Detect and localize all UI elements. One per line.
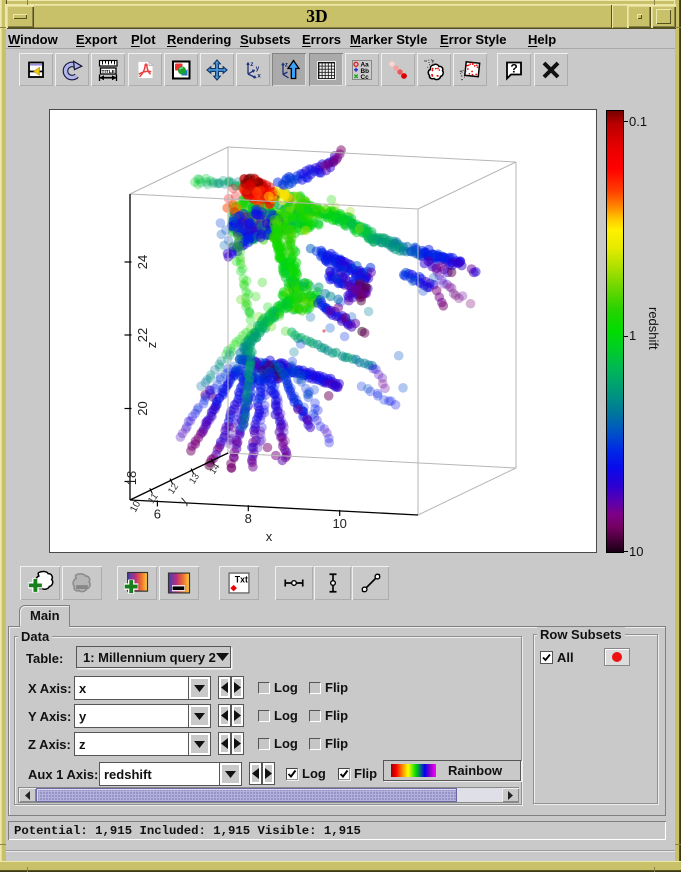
svg-text:22: 22 <box>135 328 150 342</box>
svg-text:y: y <box>175 495 190 507</box>
svg-text:y: y <box>256 65 260 72</box>
svg-text:11: 11 <box>146 491 161 505</box>
svg-text:13: 13 <box>187 471 202 486</box>
svg-text:10: 10 <box>128 499 143 514</box>
svg-text:8: 8 <box>245 511 252 526</box>
svg-text:z: z <box>250 61 254 68</box>
svg-text:Cc: Cc <box>361 74 370 81</box>
svg-text:18: 18 <box>124 471 139 485</box>
svg-text:z: z <box>144 342 159 349</box>
svg-text:?: ? <box>510 61 517 75</box>
svg-text:TITLE: TITLE <box>102 69 116 75</box>
svg-text:x: x <box>266 529 273 544</box>
svg-text:x: x <box>257 72 261 79</box>
svg-text:24: 24 <box>135 255 150 269</box>
svg-text:Txt: Txt <box>235 574 248 584</box>
svg-text:12: 12 <box>166 481 181 496</box>
svg-text:20: 20 <box>135 401 150 415</box>
svg-text:6: 6 <box>154 506 161 521</box>
svg-text:10: 10 <box>332 516 346 531</box>
